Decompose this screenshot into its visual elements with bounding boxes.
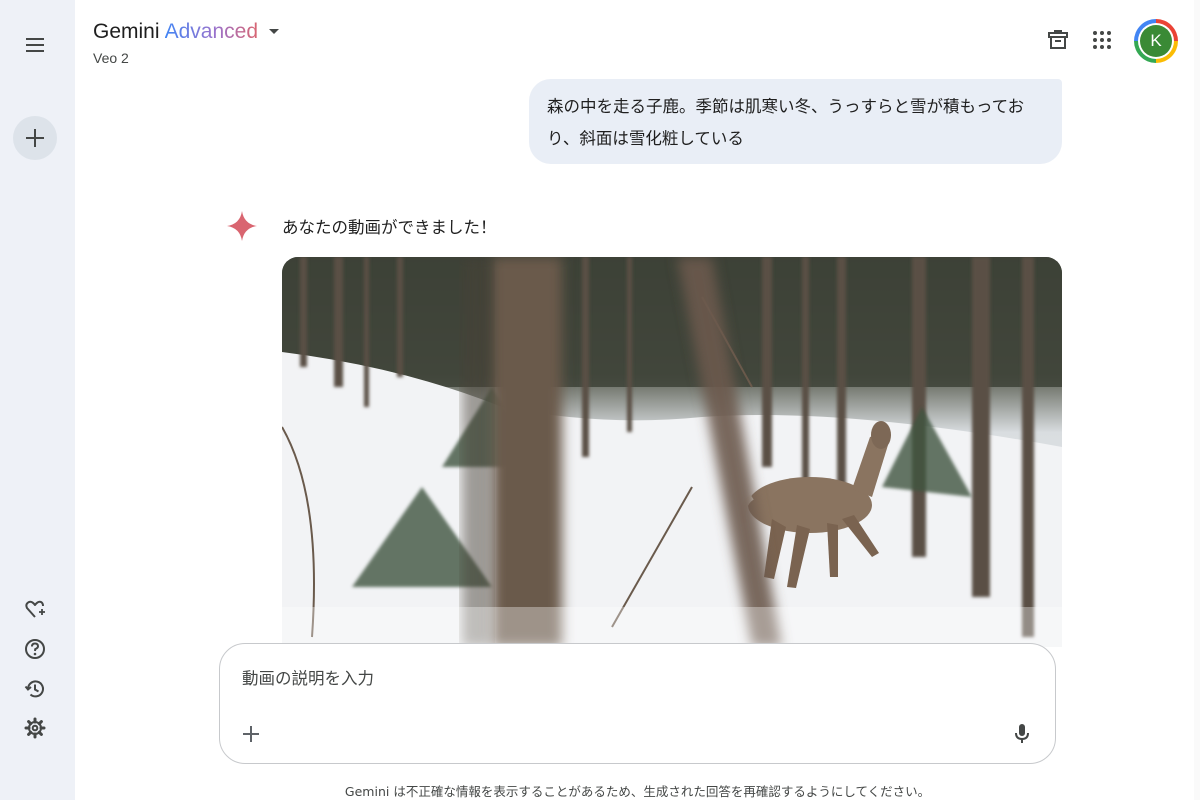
apps-icon bbox=[1093, 31, 1111, 49]
add-attachment-button[interactable] bbox=[236, 719, 266, 749]
brand-name: Gemini bbox=[93, 20, 160, 43]
new-chat-button[interactable] bbox=[13, 116, 57, 160]
top-bar: Gemini Advanced Veo 2 K bbox=[75, 0, 1200, 76]
model-selector[interactable]: Gemini Advanced bbox=[93, 20, 280, 44]
microphone-icon bbox=[1015, 724, 1029, 743]
help-icon bbox=[25, 639, 45, 659]
plus-icon bbox=[243, 726, 259, 742]
gem-manager-button[interactable] bbox=[20, 594, 50, 624]
history-icon bbox=[24, 680, 44, 698]
scrollbar[interactable] bbox=[1194, 0, 1200, 800]
help-button[interactable] bbox=[20, 634, 50, 664]
settings-icon bbox=[24, 717, 46, 739]
plus-icon bbox=[26, 129, 44, 147]
cast-button[interactable] bbox=[1042, 24, 1074, 56]
disclaimer-text: Gemini は不正確な情報を表示することがあるため、生成された回答を再確認する… bbox=[344, 784, 931, 799]
avatar: K bbox=[1140, 25, 1172, 57]
generated-video[interactable] bbox=[282, 257, 1062, 647]
activity-button[interactable] bbox=[20, 674, 50, 704]
gemini-spark-icon bbox=[227, 211, 257, 241]
gem-icon bbox=[25, 600, 45, 618]
brand-tier: Advanced bbox=[164, 20, 259, 43]
google-apps-button[interactable] bbox=[1086, 24, 1118, 56]
user-message: 森の中を走る子鹿。季節は肌寒い冬、うっすらと雪が積もっており、斜面は雪化粧してい… bbox=[529, 79, 1062, 164]
main-menu-button[interactable] bbox=[20, 30, 50, 60]
avatar-frame: K bbox=[1138, 23, 1174, 59]
prompt-composer bbox=[219, 643, 1056, 764]
menu-icon bbox=[26, 38, 44, 52]
account-button[interactable]: K bbox=[1134, 19, 1178, 63]
prompt-input[interactable] bbox=[240, 662, 1004, 694]
sidebar bbox=[0, 0, 75, 800]
model-name: Veo 2 bbox=[93, 50, 129, 66]
cast-icon bbox=[1048, 30, 1068, 49]
response-text: あなたの動画ができました！ bbox=[282, 218, 497, 237]
settings-button[interactable] bbox=[20, 713, 50, 743]
video-frame bbox=[282, 257, 1062, 647]
voice-input-button[interactable] bbox=[1007, 719, 1037, 749]
chevron-down-icon bbox=[269, 29, 280, 34]
